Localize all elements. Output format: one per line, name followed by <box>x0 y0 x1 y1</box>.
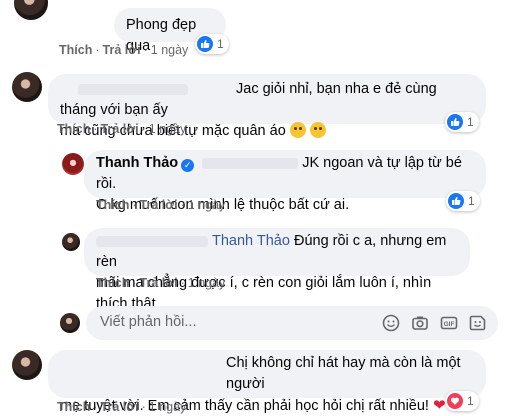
reaction-badge[interactable]: 1 <box>445 112 479 132</box>
comment-line: Chị không chỉ hát hay mà còn là một ngườ… <box>226 355 461 392</box>
reply-link[interactable]: Trả lời <box>101 122 139 136</box>
reply-link[interactable]: Trả lời <box>140 198 178 212</box>
comment-actions: Thích · Trả lời · 1 ngày <box>57 400 187 414</box>
svg-text:GIF: GIF <box>444 321 455 328</box>
comment-bubble: Thanh Thảo Đúng rồi c a, nhưng em rèn mã… <box>84 228 470 312</box>
comment-actions: Thích · Trả lời · 1 ngày <box>57 122 187 136</box>
reaction-badge[interactable]: 1 <box>195 34 229 54</box>
like-link[interactable]: Thích <box>59 43 92 57</box>
comment-bubble: Jac giỏi nhỉ, bạn nha e đẻ cùng tháng vớ… <box>48 74 486 139</box>
timestamp[interactable]: 1 ngày <box>151 43 189 57</box>
reaction-badge[interactable]: 1 <box>446 191 480 211</box>
timestamp[interactable]: 1 ngày <box>149 400 187 414</box>
redacted-mention <box>202 157 299 169</box>
mention-link[interactable]: Thanh Thảo <box>212 233 290 249</box>
avatar[interactable] <box>62 153 84 175</box>
redacted-name <box>78 83 188 95</box>
comment-line: Thanh Thảo ✓ JK ngoan và tự lập từ bé rồi… <box>96 155 462 192</box>
reply-tools: GIF <box>381 313 488 333</box>
comment-actions: Thích · Trả lời · 1 ngày <box>96 276 226 290</box>
current-user-avatar <box>60 313 80 333</box>
reply-placeholder: Viết phản hồi... <box>100 314 197 330</box>
reply-link[interactable]: Trả lời <box>101 400 139 414</box>
comment-line: Thanh Thảo Đúng rồi c a, nhưng em rèn <box>96 233 447 270</box>
verified-badge-icon: ✓ <box>181 159 195 172</box>
sad-emoji-icon <box>309 122 326 138</box>
camera-icon[interactable] <box>410 313 430 333</box>
comment-bubble: Thanh Thảo ✓ JK ngoan và tự lập từ bé rồi… <box>84 150 486 213</box>
avatar[interactable] <box>12 350 42 380</box>
like-icon <box>447 114 463 130</box>
gif-icon[interactable]: GIF <box>439 313 459 333</box>
emoji-icon[interactable] <box>381 313 401 333</box>
like-icon <box>448 193 464 209</box>
timestamp[interactable]: 1 ngày <box>149 122 187 136</box>
love-icon <box>447 393 463 409</box>
reaction-badge[interactable]: 1 <box>445 391 479 411</box>
reply-link[interactable]: Trả lời <box>140 276 178 290</box>
like-link[interactable]: Thích <box>57 400 90 414</box>
comment-actions: Thích · Trả lời · 1 ngày <box>96 198 226 212</box>
redacted-name <box>96 235 208 247</box>
heart-emoji-icon: ❤ <box>433 397 446 414</box>
timestamp[interactable]: 1 ngày <box>188 276 226 290</box>
sad-emoji-icon <box>289 122 306 138</box>
like-link[interactable]: Thích <box>96 276 129 290</box>
sticker-icon[interactable] <box>468 313 488 333</box>
reply-input[interactable]: Viết phản hồi... GIF <box>86 306 498 340</box>
comment-line: Jac giỏi nhỉ, bạn nha e đẻ cùng tháng vớ… <box>60 81 437 118</box>
avatar[interactable] <box>12 72 42 102</box>
like-link[interactable]: Thích <box>96 198 129 212</box>
avatar[interactable] <box>14 0 48 20</box>
timestamp[interactable]: 1 ngày <box>188 198 226 212</box>
avatar[interactable] <box>62 233 80 251</box>
like-icon <box>197 36 213 52</box>
author-name[interactable]: Thanh Thảo <box>96 155 178 171</box>
comment-actions: Thích · Trả lời · 1 ngày <box>59 43 189 57</box>
reply-link[interactable]: Trả lời <box>103 43 141 57</box>
like-link[interactable]: Thích <box>57 122 90 136</box>
comment-bubble: Chị không chỉ hát hay mà còn là một ngườ… <box>48 350 486 414</box>
